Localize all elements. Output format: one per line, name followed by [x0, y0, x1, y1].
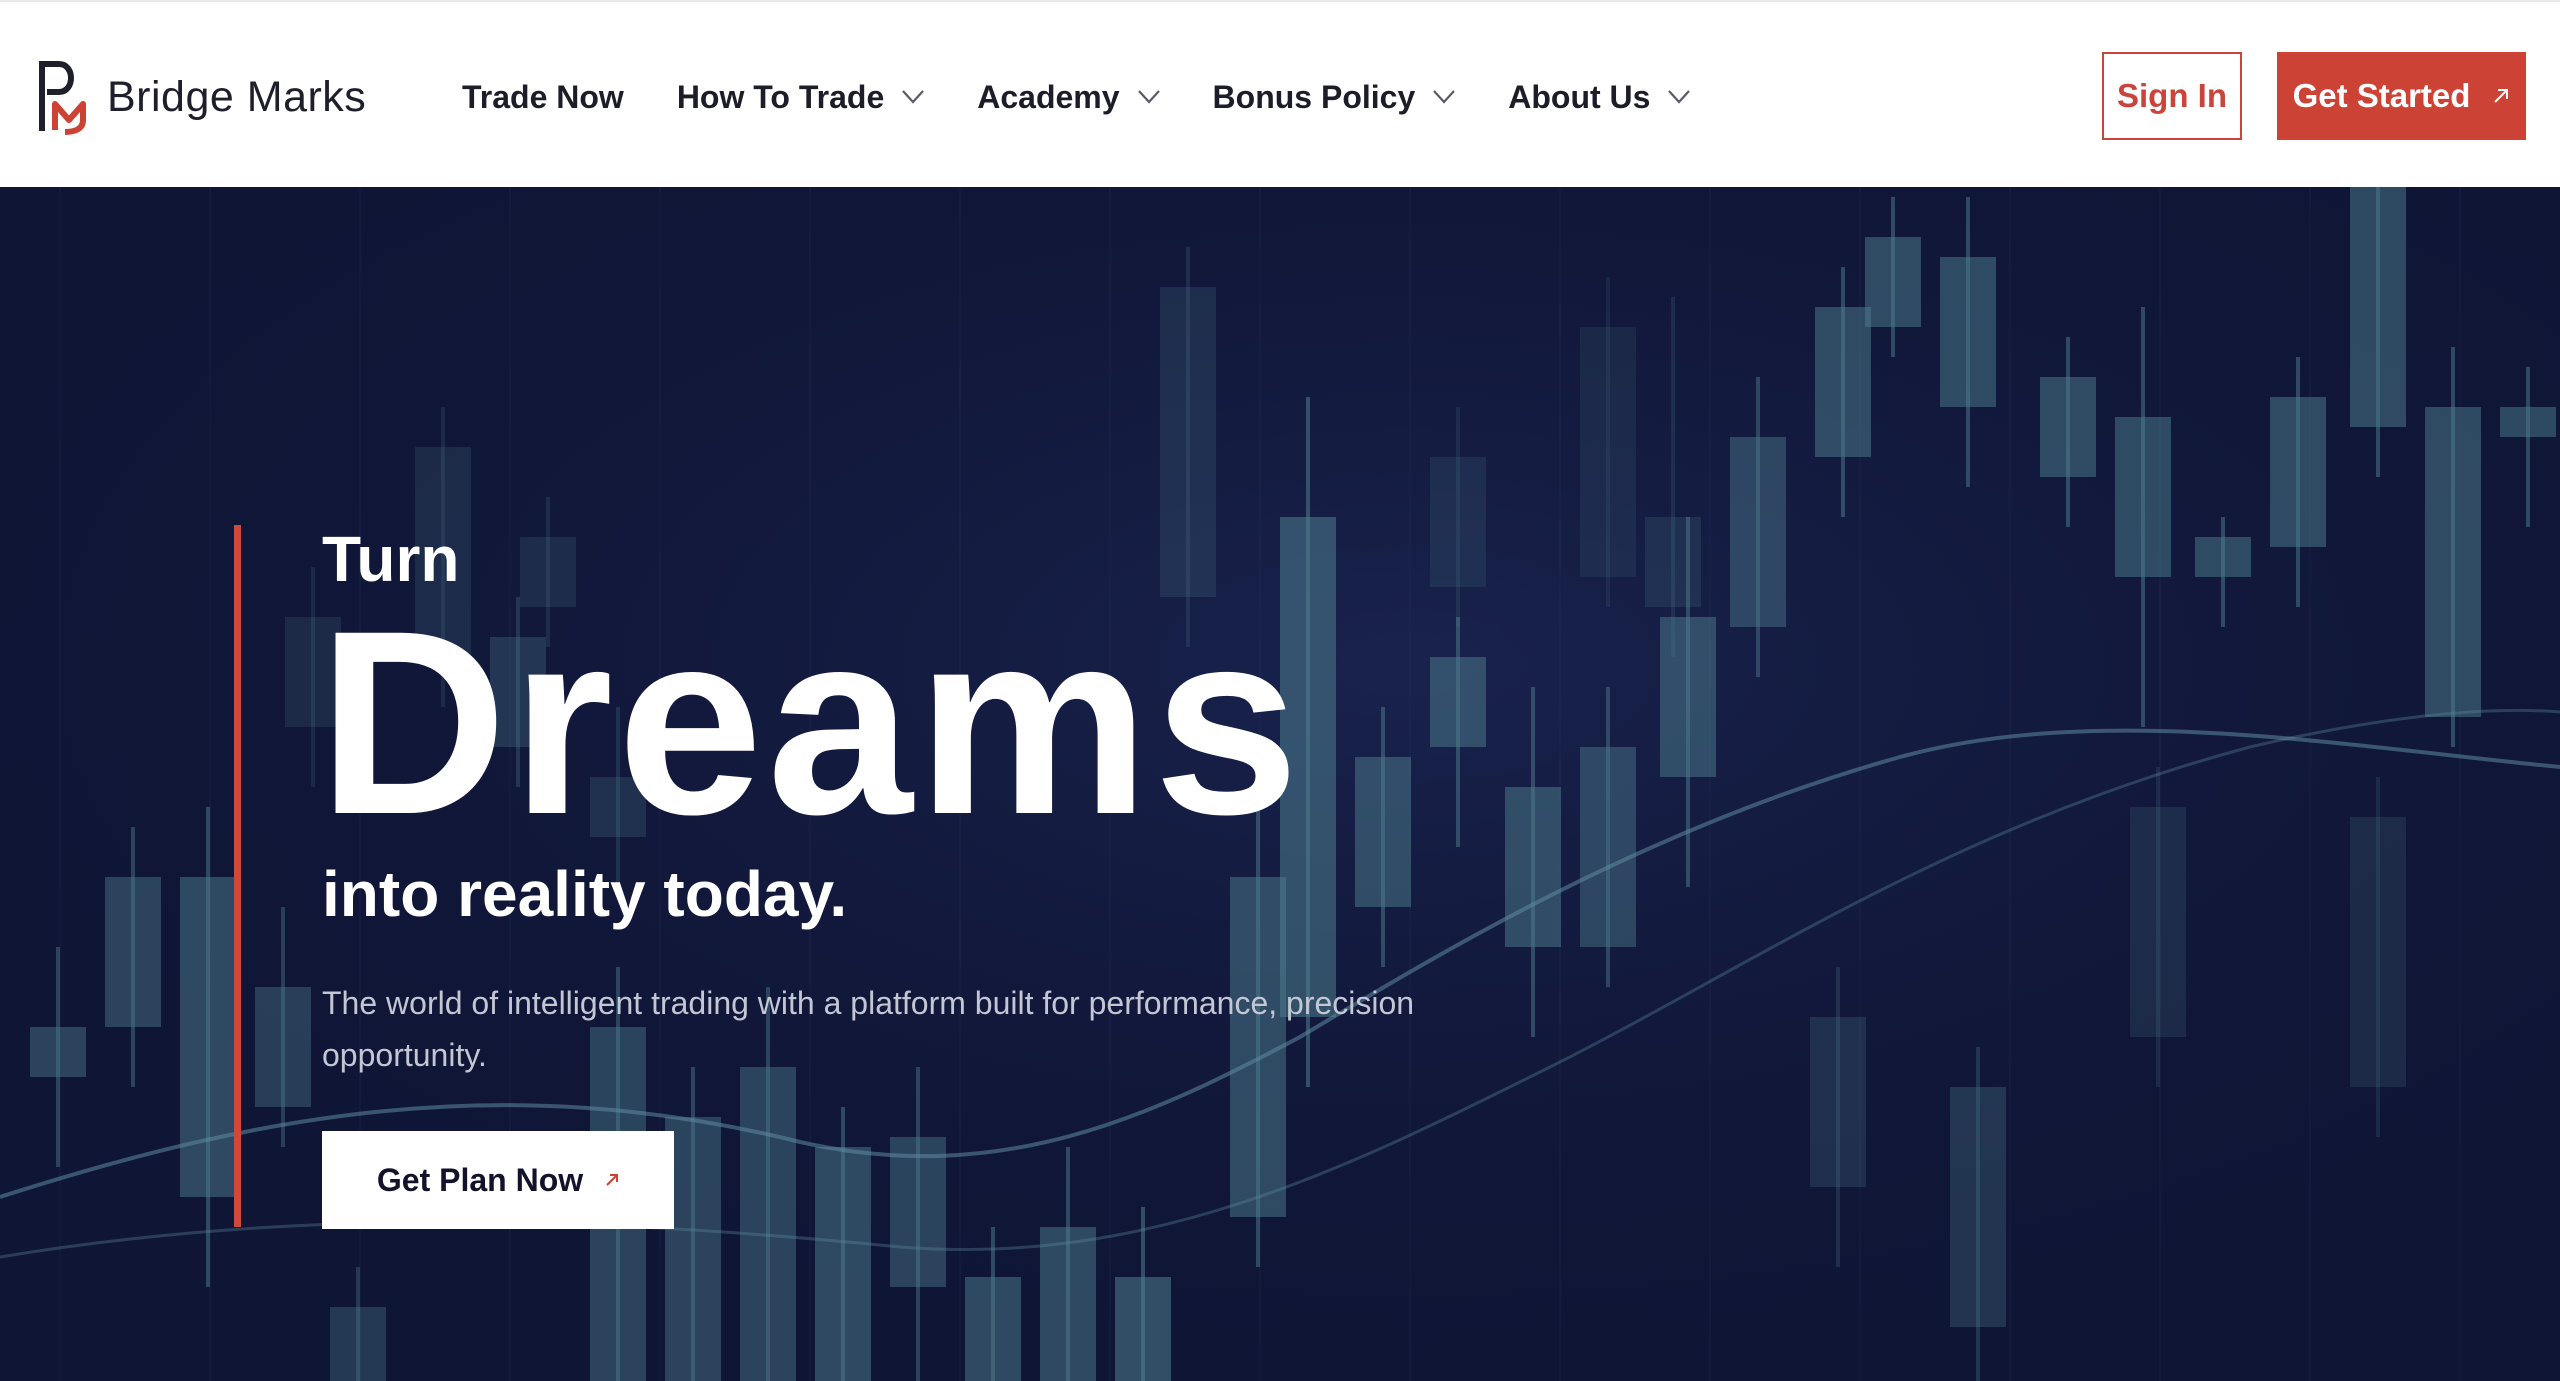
candle-body [2195, 537, 2251, 577]
candle-body [2115, 417, 2171, 577]
main-nav: Trade Now How To Trade Academy Bonus Pol… [462, 62, 1743, 132]
candle-body [30, 1027, 86, 1077]
candle-body [1645, 517, 1701, 607]
get-started-label: Get Started [2292, 77, 2471, 114]
candle-body [255, 987, 311, 1107]
candle-body [1810, 1017, 1866, 1187]
nav-item-label: How To Trade [676, 78, 885, 115]
nav-item-trade-now[interactable]: Trade Now [462, 79, 624, 116]
chevron-down-icon [1668, 90, 1691, 104]
nav-item-bonus-policy[interactable]: Bonus Policy [1213, 79, 1456, 116]
chevron-down-icon [1433, 90, 1456, 104]
hero-subtitle: The world of intelligent trading with a … [322, 985, 1415, 1073]
candle-body [1430, 457, 1486, 587]
accent-line [234, 525, 241, 1227]
candle-body [815, 1147, 871, 1381]
hero-headline: Dreams [318, 576, 1304, 869]
nav-item-about-us[interactable]: About Us [1508, 78, 1691, 116]
sign-in-button[interactable]: Sign In [2102, 52, 2242, 140]
candle-body [1430, 657, 1486, 747]
logo-icon [39, 61, 86, 135]
candle-body [1580, 747, 1636, 947]
nav-item-label: Bonus Policy [1212, 78, 1416, 115]
nav-item-label: Trade Now [462, 78, 624, 115]
nav-item-how-to-trade[interactable]: How To Trade [676, 78, 925, 116]
candle-body [2350, 817, 2406, 1087]
candle-body [2500, 407, 2556, 437]
candle-body [105, 877, 161, 1027]
candle-body [1580, 327, 1636, 577]
candle-body [180, 877, 236, 1197]
candle-body [2425, 407, 2481, 717]
nav-item-label: Academy [977, 78, 1120, 115]
candle-body [740, 1067, 796, 1381]
hero-tagline: into reality today. [322, 858, 848, 930]
arrow-up-right-icon [606, 1174, 619, 1186]
brand-logo[interactable]: Bridge Marks [33, 52, 393, 142]
hero-section: Turn Dreams into reality today. The worl… [0, 187, 2560, 1381]
candle-body [1865, 237, 1921, 327]
chevron-down-icon [1137, 90, 1160, 104]
candle-body [330, 1307, 386, 1381]
candle-body [965, 1277, 1021, 1381]
get-plan-now-button[interactable]: Get Plan Now [322, 1131, 674, 1229]
arrow-up-right-icon [2494, 89, 2509, 103]
candle-body [1040, 1227, 1096, 1381]
nav-item-academy[interactable]: Academy [977, 78, 1160, 116]
candle-body [1355, 757, 1411, 907]
candle-body [2350, 187, 2406, 427]
candle-body [2270, 397, 2326, 547]
nav-item-label: About Us [1508, 78, 1651, 115]
candle-body [1660, 617, 1716, 777]
candle-body [1115, 1277, 1171, 1381]
candle-body [1505, 787, 1561, 947]
brand-name: Bridge Marks [107, 72, 367, 121]
candle-body [2040, 377, 2096, 477]
sign-in-label: Sign In [2117, 77, 2227, 114]
candle-body [1950, 1087, 2006, 1327]
candle-body [1815, 307, 1871, 457]
get-started-button[interactable]: Get Started [2277, 52, 2526, 140]
chevron-down-icon [902, 90, 925, 104]
candle-body [1160, 287, 1216, 597]
candle-body [890, 1137, 946, 1287]
candle-body [2130, 807, 2186, 1037]
get-plan-now-label: Get Plan Now [376, 1161, 584, 1198]
candle-body [1940, 257, 1996, 407]
site-header: Bridge Marks Trade Now How To Trade Acad… [0, 2, 2560, 187]
candle-body [1730, 437, 1786, 627]
